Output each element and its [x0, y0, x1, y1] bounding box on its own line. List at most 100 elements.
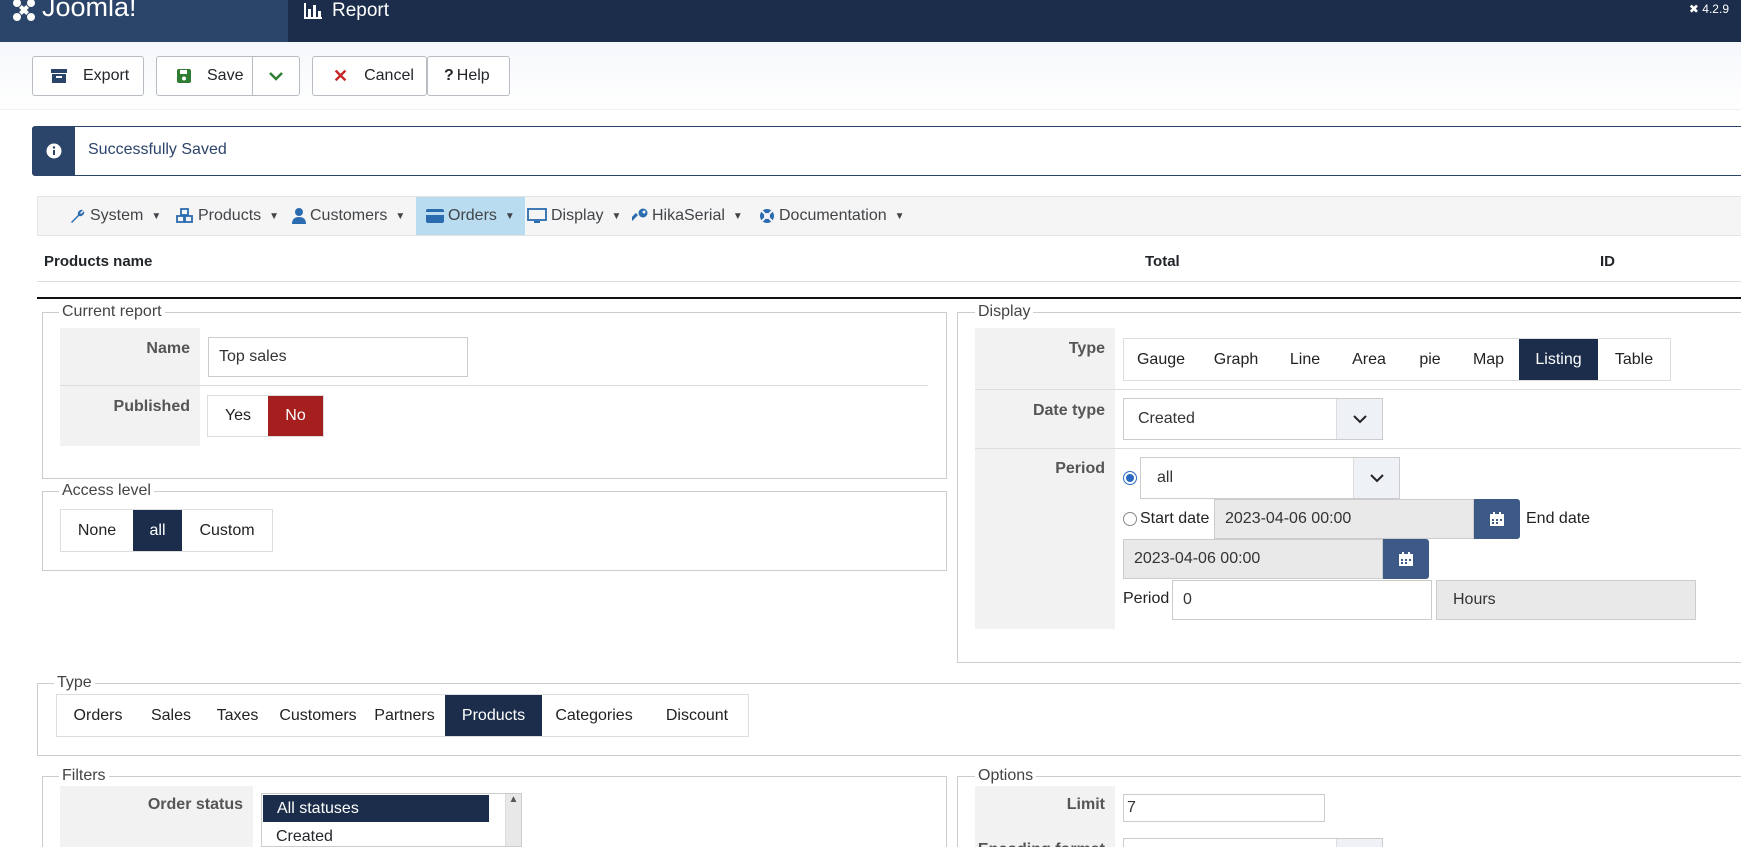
options-legend: Options	[978, 767, 1034, 784]
chevron-down-icon	[1336, 839, 1382, 847]
date-type-label: Date type	[1032, 402, 1105, 419]
version-text: 4.2.9	[1702, 2, 1729, 16]
report-type-taxes[interactable]: Taxes	[203, 695, 272, 736]
access-none[interactable]: None	[61, 510, 133, 551]
menu-system[interactable]: System ▼	[66, 197, 165, 235]
menu-products-label: Products	[198, 207, 262, 224]
save-dropdown-button[interactable]	[252, 56, 300, 96]
report-name-input[interactable]: Top sales	[208, 337, 468, 377]
encoding-format-label: Encoding format	[975, 835, 1115, 847]
report-table-header: Products name Total ID	[37, 240, 1741, 282]
menu-display[interactable]: Display ▼	[523, 197, 625, 235]
menu-display-label: Display	[551, 207, 604, 224]
report-type-toggle: Orders Sales Taxes Customers Partners Pr…	[56, 694, 749, 737]
logo-area[interactable]: Joomla!	[0, 0, 288, 42]
menu-orders[interactable]: Orders ▼	[416, 197, 525, 235]
report-type-sales[interactable]: Sales	[139, 695, 203, 736]
joomla-small-icon: ✖	[1688, 2, 1699, 16]
access-level-toggle: None all Custom	[60, 509, 273, 552]
cubes-icon	[176, 208, 193, 223]
period-preset-radio[interactable]	[1123, 471, 1137, 485]
col-total[interactable]: Total	[1145, 253, 1180, 270]
end-date-input[interactable]: 2023-04-06 00:00	[1123, 539, 1383, 579]
access-custom[interactable]: Custom	[182, 510, 272, 551]
toolbar: Export Save ✕ Cancel ? Help	[0, 42, 1741, 110]
success-alert: Successfully Saved	[32, 126, 1741, 176]
type-pie[interactable]: pie	[1402, 339, 1458, 380]
question-icon: ?	[444, 67, 454, 84]
start-date-input[interactable]: 2023-04-06 00:00	[1214, 499, 1474, 539]
calendar-icon	[1399, 552, 1413, 566]
type-line[interactable]: Line	[1274, 339, 1336, 380]
menu-hikaserial[interactable]: HikaSerial ▼	[628, 197, 747, 235]
start-date-label: Start date	[1140, 510, 1210, 527]
col-id[interactable]: ID	[1600, 253, 1615, 270]
type-map[interactable]: Map	[1458, 339, 1519, 380]
display-type-toggle: Gauge Graph Line Area pie Map Listing Ta…	[1123, 338, 1671, 381]
cancel-button[interactable]: ✕ Cancel	[312, 56, 427, 96]
current-report-legend: Current report	[62, 303, 162, 320]
save-label: Save	[207, 67, 244, 84]
type-gauge[interactable]: Gauge	[1124, 339, 1198, 380]
page-title: Report	[304, 0, 389, 21]
col-products-name[interactable]: Products name	[44, 253, 152, 270]
period-unit-select[interactable]: Hours	[1436, 580, 1696, 620]
help-label: Help	[456, 67, 490, 84]
period-label: Period	[1055, 460, 1105, 477]
calendar-icon	[1490, 512, 1504, 526]
report-type-discount[interactable]: Discount	[646, 695, 748, 736]
period-custom-radio[interactable]	[1123, 512, 1137, 526]
type-graph[interactable]: Graph	[1198, 339, 1274, 380]
archive-icon	[51, 69, 67, 83]
encoding-format-select[interactable]	[1123, 838, 1383, 847]
published-label: Published	[60, 386, 200, 446]
floppy-icon	[177, 69, 191, 83]
date-type-select[interactable]: Created	[1123, 398, 1383, 440]
joomla-logo-icon	[13, 0, 35, 21]
type-area[interactable]: Area	[1336, 339, 1402, 380]
access-all[interactable]: all	[133, 510, 182, 551]
type-table[interactable]: Table	[1598, 339, 1670, 380]
menu-customers[interactable]: Customers ▼	[288, 197, 409, 235]
key-icon	[632, 208, 648, 221]
page-title-text: Report	[332, 0, 390, 21]
start-date-calendar-button[interactable]	[1474, 499, 1520, 539]
chevron-down-icon	[1353, 458, 1399, 498]
chevron-down-icon	[269, 72, 283, 81]
type-legend: Type	[57, 674, 92, 691]
order-status-label: Order status	[60, 786, 253, 847]
report-type-products[interactable]: Products	[445, 695, 542, 736]
type-listing[interactable]: Listing	[1519, 339, 1598, 380]
brand-name: Joomla!	[42, 0, 137, 22]
limit-input[interactable]: 7	[1123, 794, 1325, 822]
save-button[interactable]: Save	[156, 56, 253, 96]
help-button[interactable]: ? Help	[427, 56, 510, 96]
status-option[interactable]: Created	[262, 823, 521, 847]
report-type-partners[interactable]: Partners	[364, 695, 445, 736]
menu-products[interactable]: Products ▼	[172, 197, 283, 235]
bar-chart-icon	[304, 2, 322, 19]
top-bar: Joomla! Report ✖ 4.2.9	[0, 0, 1741, 42]
chevron-down-icon	[1336, 399, 1382, 439]
close-icon: ✕	[333, 65, 349, 86]
period-amount-input[interactable]: 0	[1172, 580, 1432, 620]
report-type-orders[interactable]: Orders	[57, 695, 139, 736]
export-label: Export	[83, 67, 130, 84]
published-yes[interactable]: Yes	[208, 396, 268, 436]
list-scrollbar[interactable]: ▲	[505, 794, 521, 846]
published-no[interactable]: No	[268, 396, 323, 436]
menu-customers-label: Customers	[310, 207, 388, 224]
report-type-categories[interactable]: Categories	[542, 695, 646, 736]
report-type-customers[interactable]: Customers	[272, 695, 364, 736]
export-button[interactable]: Export	[32, 56, 144, 96]
credit-card-icon	[426, 209, 444, 223]
order-status-list[interactable]: All statuses Created ▲	[261, 793, 522, 847]
user-icon	[292, 208, 306, 224]
separator	[37, 297, 1741, 299]
menu-documentation[interactable]: Documentation ▼	[755, 197, 909, 235]
end-date-calendar-button[interactable]	[1383, 539, 1429, 579]
period-select[interactable]: all	[1140, 457, 1400, 499]
access-level-legend: Access level	[62, 482, 151, 499]
status-option[interactable]: All statuses	[263, 795, 489, 822]
period-value: all	[1157, 469, 1174, 486]
